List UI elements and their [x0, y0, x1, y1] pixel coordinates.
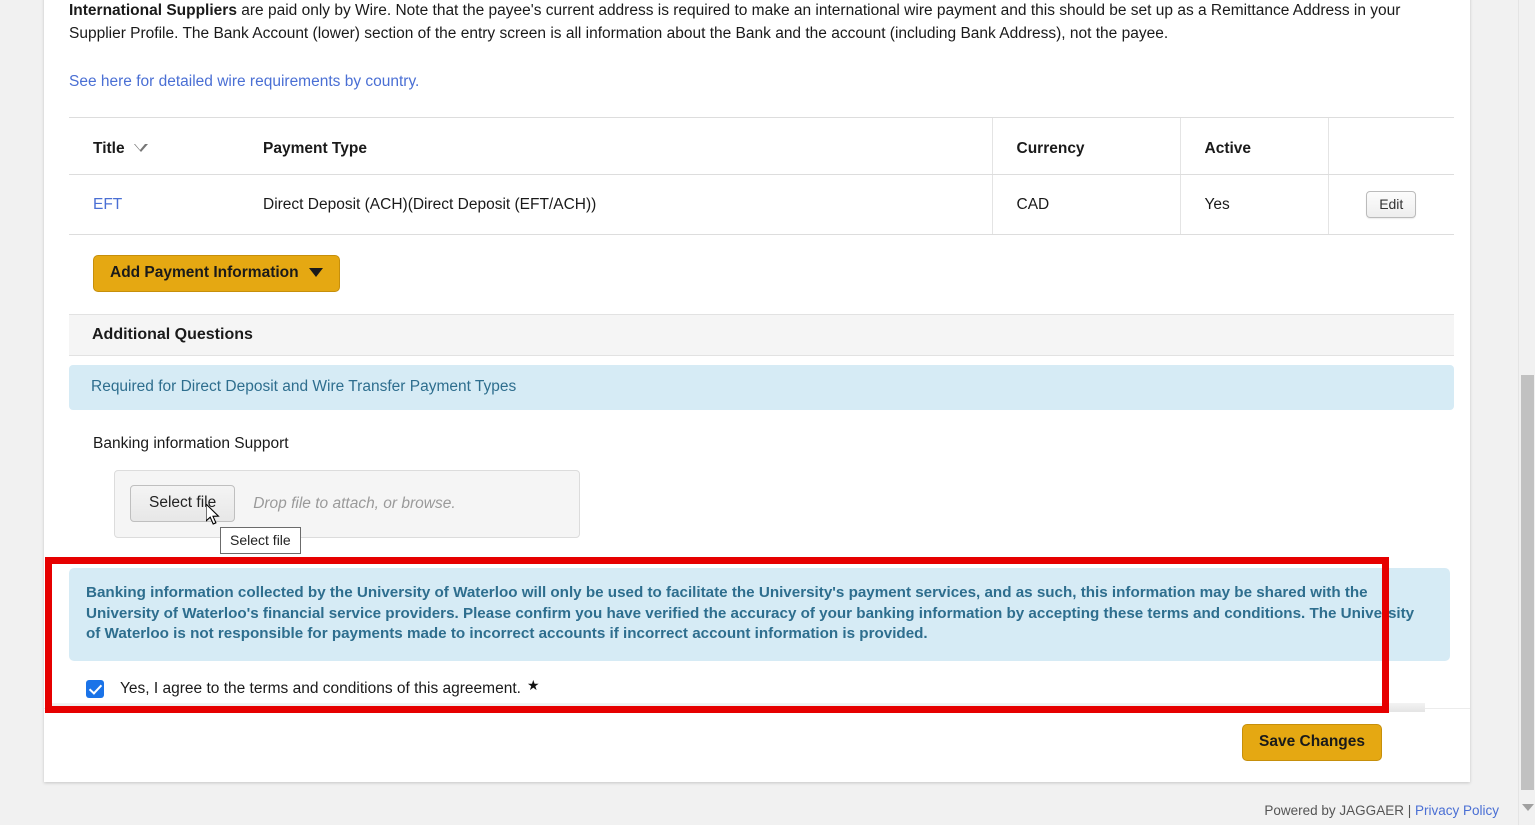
terms-and-conditions-text: Banking information collected by the Uni…	[69, 568, 1450, 661]
drop-file-hint: Drop file to attach, or browse.	[253, 494, 456, 512]
intro-paragraph: International Suppliers are paid only by…	[69, 0, 1417, 45]
payment-title-link[interactable]: EFT	[93, 196, 122, 213]
payment-information-table: Title Payment Type Currency Active EFT D…	[69, 118, 1454, 236]
file-dropzone[interactable]: Select file Drop file to attach, or brow…	[114, 469, 580, 538]
save-changes-button[interactable]: Save Changes	[1242, 724, 1382, 761]
powered-by-label: Powered by JAGGAER |	[1264, 803, 1412, 818]
browser-viewport: International Suppliers are paid only by…	[0, 0, 1535, 825]
select-file-tooltip: Select file	[220, 527, 301, 554]
column-header-active[interactable]: Active	[1179, 118, 1328, 176]
cell-currency: CAD	[991, 174, 1180, 236]
sort-descending-icon[interactable]	[133, 144, 148, 154]
page-footer: Powered by JAGGAER | Privacy Policy	[1264, 803, 1499, 818]
page-left-gutter	[0, 0, 44, 825]
required-info-banner: Required for Direct Deposit and Wire Tra…	[69, 364, 1454, 410]
agree-checkbox-row: Yes, I agree to the terms and conditions…	[86, 677, 1450, 698]
table-header-row: Title Payment Type Currency Active	[69, 118, 1454, 176]
additional-questions-header: Additional Questions	[69, 313, 1454, 356]
chevron-down-icon	[308, 267, 323, 277]
scrollbar-down-arrow-icon[interactable]	[1522, 804, 1534, 811]
privacy-policy-link[interactable]: Privacy Policy	[1415, 803, 1499, 818]
intro-bold-lead: International Suppliers	[69, 2, 237, 19]
scrollbar-thumb[interactable]	[1521, 375, 1534, 790]
edit-button[interactable]: Edit	[1366, 191, 1417, 219]
cell-title: EFT	[69, 174, 239, 236]
column-header-payment-type[interactable]: Payment Type	[239, 118, 992, 176]
cell-payment-type: Direct Deposit (ACH)(Direct Deposit (EFT…	[239, 174, 992, 236]
banking-support-field-label: Banking information Support	[93, 434, 289, 452]
column-header-actions	[1327, 118, 1454, 176]
column-header-title-label: Title	[93, 140, 125, 158]
panel-footer: Save Changes	[44, 708, 1470, 782]
cell-actions: Edit	[1327, 174, 1454, 236]
vertical-scrollbar[interactable]	[1518, 0, 1535, 825]
column-header-title[interactable]: Title	[69, 118, 239, 176]
add-payment-container: Add Payment Information	[93, 255, 1445, 292]
panel-content: International Suppliers are paid only by…	[69, 0, 1454, 538]
wire-requirements-link[interactable]: See here for detailed wire requirements …	[69, 73, 1445, 91]
terms-section: Banking information collected by the Uni…	[69, 568, 1450, 698]
panel-footer-separator	[45, 703, 1425, 712]
add-payment-information-label: Add Payment Information	[110, 264, 299, 282]
agree-checkbox-label: Yes, I agree to the terms and conditions…	[120, 679, 521, 697]
column-header-currency[interactable]: Currency	[991, 118, 1180, 176]
required-field-marker: ★	[526, 677, 540, 694]
agree-checkbox[interactable]	[86, 679, 104, 698]
table-row: EFT Direct Deposit (ACH)(Direct Deposit …	[69, 174, 1454, 236]
cell-active: Yes	[1179, 174, 1328, 236]
intro-paragraph-text: are paid only by Wire. Note that the pay…	[69, 2, 1401, 42]
select-file-button[interactable]: Select file	[130, 485, 236, 523]
add-payment-information-button[interactable]: Add Payment Information	[93, 255, 340, 292]
